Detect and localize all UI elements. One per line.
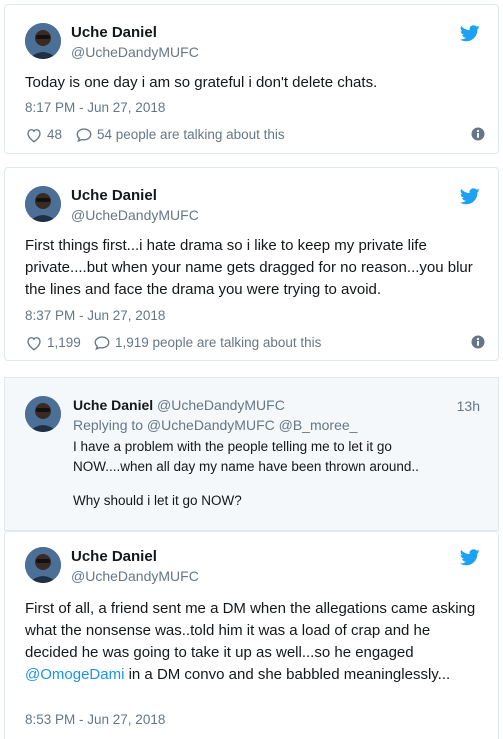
avatar[interactable] xyxy=(25,396,61,432)
twitter-bird-icon[interactable] xyxy=(460,188,480,205)
avatar[interactable] xyxy=(25,186,61,222)
author-handle[interactable]: @UcheDandyMUFC xyxy=(157,397,285,413)
reply-bubble-icon[interactable] xyxy=(93,334,111,352)
heart-icon[interactable] xyxy=(25,126,43,144)
tweet-timestamp[interactable]: 8:53 PM - Jun 27, 2018 xyxy=(25,712,165,727)
tweet-text-part: First of all, a friend sent me a DM when… xyxy=(25,600,476,661)
author-handle[interactable]: @UcheDandyMUFC xyxy=(71,207,199,223)
author-name[interactable]: Uche Daniel xyxy=(71,548,157,565)
mention-link[interactable]: @OmogeDami xyxy=(25,666,124,683)
avatar[interactable] xyxy=(25,547,61,583)
tweet-text: Today is one day i am so grateful i don'… xyxy=(25,74,378,91)
tweet-age[interactable]: 13h xyxy=(457,398,480,414)
talking-count[interactable]: 1,919 people are talking about this xyxy=(115,335,321,350)
author-name[interactable]: Uche Daniel xyxy=(71,187,157,204)
like-count[interactable]: 1,199 xyxy=(47,335,81,350)
quoted-text-line: Why should i let it go NOW? xyxy=(73,493,242,508)
tweet-timestamp[interactable]: 8:17 PM - Jun 27, 2018 xyxy=(25,100,165,115)
author-handle[interactable]: @UcheDandyMUFC xyxy=(71,568,199,584)
tweet-timestamp[interactable]: 8:37 PM - Jun 27, 2018 xyxy=(25,308,165,323)
tweet-text: First things first...i hate drama so i l… xyxy=(25,237,473,298)
talking-count[interactable]: 54 people are talking about this xyxy=(97,127,285,142)
tweet-card: Uche Daniel @UcheDandyMUFC First of all,… xyxy=(4,531,499,739)
avatar[interactable] xyxy=(25,23,61,59)
tweet-text-part: in a DM convo and she babbled meaningles… xyxy=(124,666,451,683)
twitter-bird-icon[interactable] xyxy=(460,549,480,566)
tweet-card: Uche Daniel @UcheDandyMUFC Today is one … xyxy=(4,4,499,154)
heart-icon[interactable] xyxy=(25,334,43,352)
quoted-text: I have a problem with the people telling… xyxy=(73,437,473,511)
author-handle[interactable]: @UcheDandyMUFC xyxy=(71,44,199,60)
author-name[interactable]: Uche Daniel xyxy=(71,24,157,41)
tweet-actions: 1,199 1,919 people are talking about thi… xyxy=(25,334,485,352)
quoted-text-line: I have a problem with the people telling… xyxy=(73,439,419,474)
author-name[interactable]: Uche Daniel xyxy=(73,397,153,413)
tweet-actions: 48 54 people are talking about this xyxy=(25,126,485,144)
quoted-reply-tweet[interactable]: Uche Daniel @UcheDandyMUFC 13h Replying … xyxy=(4,377,499,531)
tweet-text: First of all, a friend sent me a DM when… xyxy=(25,598,485,686)
tweet-card: Uche Daniel @UcheDandyMUFC First things … xyxy=(4,167,499,361)
reply-bubble-icon[interactable] xyxy=(75,126,93,144)
replying-to[interactable]: Replying to @UcheDandyMUFC @B_moree_ xyxy=(73,417,357,433)
info-icon[interactable] xyxy=(471,335,485,349)
like-count[interactable]: 48 xyxy=(47,127,62,142)
info-icon[interactable] xyxy=(471,127,485,141)
quoted-author[interactable]: Uche Daniel @UcheDandyMUFC xyxy=(73,397,285,413)
twitter-bird-icon[interactable] xyxy=(460,25,480,42)
